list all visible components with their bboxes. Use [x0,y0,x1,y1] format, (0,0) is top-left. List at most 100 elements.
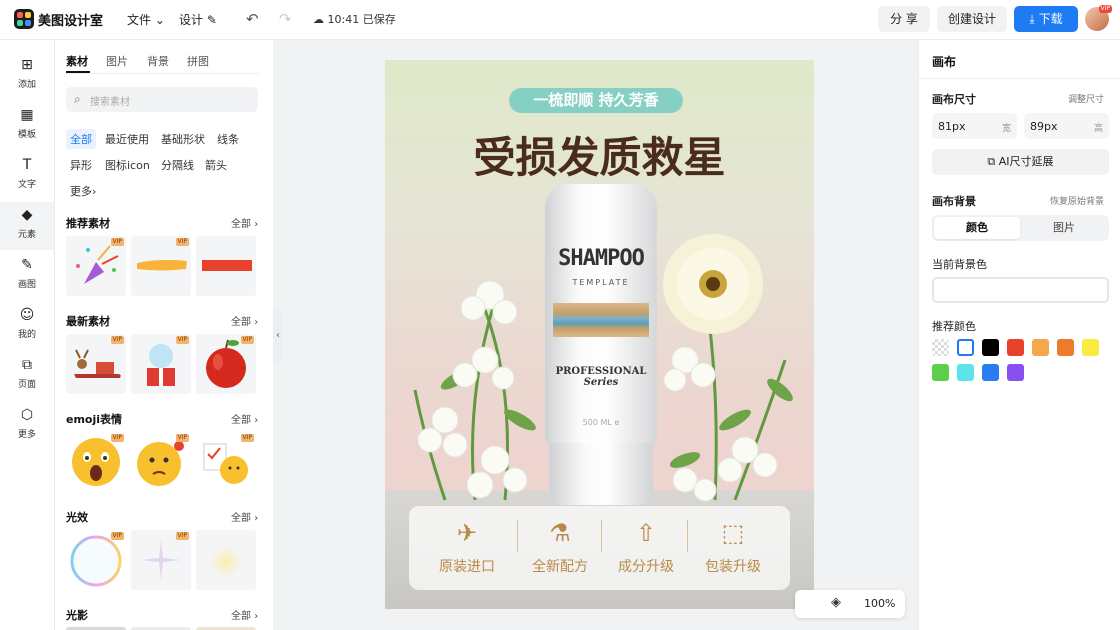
swatch-orange[interactable] [1057,339,1074,356]
swatch-black[interactable] [982,339,999,356]
chip-more[interactable]: 更多› [66,181,100,201]
rail-item-mine[interactable]: ☺ 我的 [0,302,54,350]
bottle-cap [549,443,653,505]
rail-item-more[interactable]: ⬡ 更多 [0,402,54,450]
section-all-link[interactable]: 全部 › [231,215,258,230]
height-field[interactable]: 89px 高 [1024,113,1109,139]
asset-thumb[interactable]: VIP [131,334,191,394]
chip-irregular[interactable]: 异形 [66,155,96,175]
tab-collage[interactable]: 拼图 [187,53,209,69]
section-all-link[interactable]: 全部 › [231,509,258,524]
swatch-green[interactable] [932,364,949,381]
chip-all[interactable]: 全部 [66,129,96,149]
width-field[interactable]: 81px 宽 [932,113,1017,139]
restore-bg-link[interactable]: 恢复原始背景 [1050,194,1104,207]
file-menu[interactable]: 文件 ⌄ [127,11,165,28]
chip-lines[interactable]: 线条 [213,129,243,149]
height-value: 89px [1030,120,1058,133]
swatch-yellow[interactable] [1082,339,1099,356]
tab-materials[interactable]: 素材 [66,53,88,69]
feature-item: ⚗ 全新配方 [515,516,605,576]
create-design-button[interactable]: 创建设计 [937,6,1007,32]
resize-link[interactable]: 调整尺寸 [1068,92,1104,105]
poster-canvas[interactable]: 一梳即顺 持久芳香 受损发质救星 SHAMPOO TEMPLATE PROFES… [385,60,814,609]
collapse-panel-handle[interactable]: ‹ [273,310,283,362]
avatar-vip-badge: VIP [1098,5,1112,13]
vip-badge: VIP [175,532,189,540]
download-icon: ⤓ [1029,12,1035,26]
redo-icon[interactable]: ↷ [279,10,292,28]
tab-images[interactable]: 图片 [106,53,128,69]
section-all-link[interactable]: 全部 › [231,313,258,328]
rail-item-template[interactable]: ▦ 模板 [0,102,54,150]
rail-label: 元素 [17,230,36,240]
top-bar: 美图设计室 文件 ⌄ 设计 ✎ ↶ ↷ ☁ 10:41 已保存 分 享 创建设计… [0,0,1120,40]
chip-arrows[interactable]: 箭头 [201,155,231,175]
asset-thumb[interactable]: VIP [66,530,126,590]
width-value: 81px [938,120,966,133]
chip-icons[interactable]: 图标icon [101,155,154,175]
rail-item-text[interactable]: T 文字 [0,152,54,200]
swatch-orange-light[interactable] [1032,339,1049,356]
asset-thumb[interactable]: VIP [196,432,256,492]
chevron-right-icon: › [254,317,259,328]
asset-thumb[interactable]: VIP [66,236,126,296]
asset-thumb[interactable]: VIP [131,236,191,296]
search-input[interactable]: ⌕ 搜索素材 [66,87,258,112]
app-title: 美图设计室 [38,14,104,29]
swatch-red[interactable] [1007,339,1024,356]
rail-item-draw[interactable]: ✎ 画图 [0,252,54,300]
rail-label: 文字 [17,180,36,190]
swatch-purple[interactable] [1007,364,1024,381]
seg-color[interactable]: 颜色 [934,217,1020,239]
flask-icon: ⚗ [549,519,571,547]
asset-thumb[interactable]: VIP [66,334,126,394]
section-all-label: 全部 [231,513,251,524]
avatar[interactable]: VIP [1085,5,1112,31]
undo-icon[interactable]: ↶ [246,10,259,28]
swatch-transparent[interactable] [932,339,949,356]
ai-resize-button[interactable]: ⧉ AI尺寸延展 [932,149,1109,175]
asset-thumb[interactable]: VIP [196,334,256,394]
download-button[interactable]: ⤓ 下载 [1014,6,1078,32]
chevron-right-icon: › [254,611,259,622]
swatch-white[interactable] [957,339,974,356]
file-menu-label: 文件 [127,13,152,27]
edit-icon: ✎ [206,13,217,27]
divider [919,78,1120,79]
layers-icon[interactable]: ◈ [831,595,841,610]
share-button[interactable]: 分 享 [878,6,930,32]
panel-title: 画布 [932,55,957,69]
swatch-blue[interactable] [982,364,999,381]
chip-dividers[interactable]: 分隔线 [157,155,198,175]
chip-recent[interactable]: 最近使用 [101,129,153,149]
cube-icon: ⬡ [20,407,34,423]
asset-thumb[interactable]: VIP [131,530,191,590]
current-bg-color-field[interactable] [932,277,1109,303]
vip-badge: VIP [240,434,254,442]
bottle-band [553,303,649,337]
asset-thumb[interactable] [196,530,256,590]
tab-backgrounds[interactable]: 背景 [147,53,169,69]
text-icon: T [22,157,32,173]
section-all-link[interactable]: 全部 › [231,607,258,622]
canvas-size-label: 画布尺寸 [932,93,976,106]
design-menu[interactable]: 设计 ✎ [179,11,217,28]
divider [66,73,259,74]
asset-thumb[interactable]: VIP [66,432,126,492]
feature-label: 包装升级 [705,559,761,575]
chevron-left-icon: ‹ [276,330,280,341]
draw-icon: ✎ [21,257,33,273]
chevron-right-icon: › [92,185,97,198]
seg-image[interactable]: 图片 [1021,217,1107,239]
rail-item-page[interactable]: ⧉ 页面 [0,352,54,400]
vip-badge: VIP [175,336,189,344]
asset-thumb[interactable]: VIP [131,432,191,492]
asset-thumb[interactable] [196,236,256,296]
zoom-value[interactable]: 100% [864,597,895,610]
rail-item-add[interactable]: ⊞ 添加 [0,52,54,100]
chip-basic-shapes[interactable]: 基础形状 [157,129,209,149]
section-all-link[interactable]: 全部 › [231,411,258,426]
rail-item-element[interactable]: ◆ 元素 [0,202,54,250]
swatch-cyan[interactable] [957,364,974,381]
